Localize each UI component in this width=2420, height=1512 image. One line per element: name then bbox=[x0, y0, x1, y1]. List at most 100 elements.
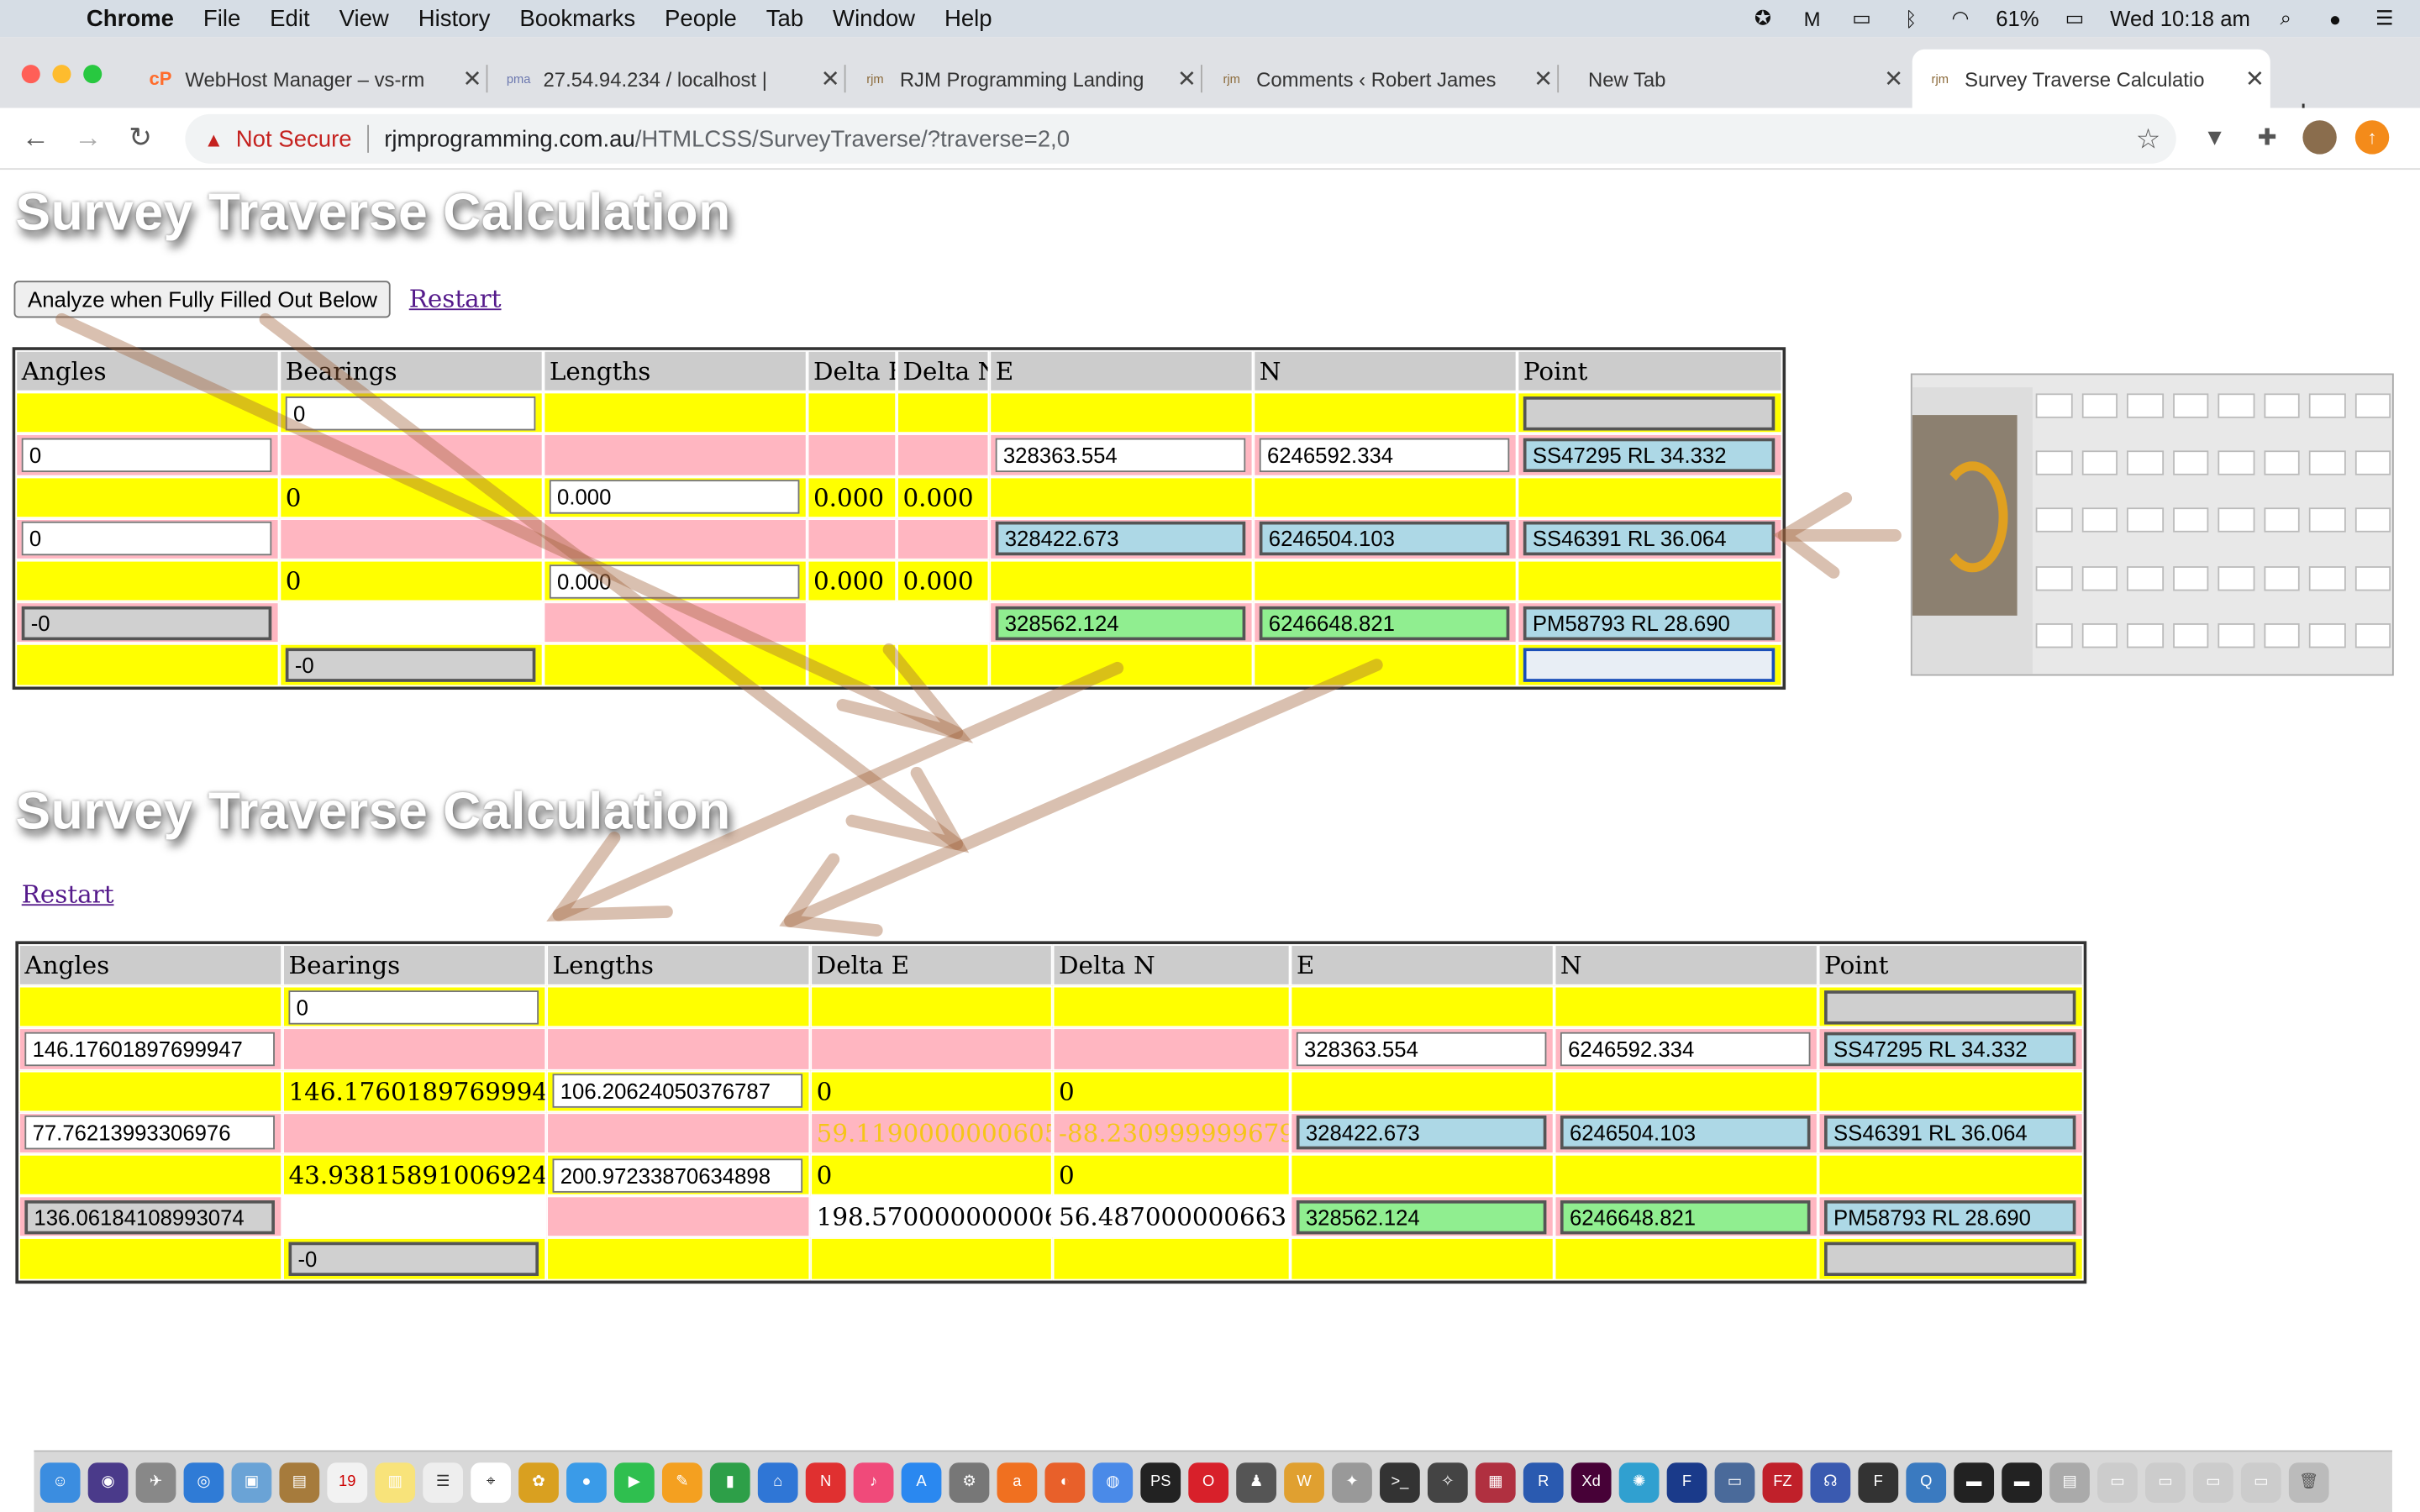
safari-icon[interactable]: ◎ bbox=[183, 1462, 224, 1503]
phpstorm-icon[interactable]: PS bbox=[1140, 1462, 1181, 1503]
control-list-icon[interactable]: ☰ bbox=[2370, 6, 2398, 30]
point-input[interactable]: PM58793 RL 28.690 bbox=[1523, 606, 1776, 640]
downloads-icon[interactable]: ▤ bbox=[2049, 1462, 2090, 1503]
migration-icon[interactable]: ✧ bbox=[1427, 1462, 1468, 1503]
trash-icon[interactable]: 🗑 bbox=[2288, 1462, 2329, 1503]
avast-icon[interactable]: a bbox=[997, 1462, 1038, 1503]
document-icon[interactable]: ▭ bbox=[2192, 1462, 2233, 1503]
bearing-input[interactable]: -0 bbox=[288, 1242, 539, 1276]
photos-icon[interactable]: ✿ bbox=[518, 1462, 559, 1503]
siri-icon[interactable]: ◉ bbox=[87, 1462, 129, 1503]
photo-booth-icon[interactable]: ▦ bbox=[1475, 1462, 1516, 1503]
messages-icon[interactable]: ● bbox=[566, 1462, 607, 1503]
filezilla-icon[interactable]: FZ bbox=[1762, 1462, 1803, 1503]
puzzle-extensions-icon[interactable]: ✚ bbox=[2250, 120, 2284, 154]
minimize-window-button[interactable] bbox=[52, 65, 71, 84]
launchpad-icon[interactable]: ✈ bbox=[135, 1462, 176, 1503]
menu-chrome[interactable]: Chrome bbox=[87, 5, 174, 31]
point-input[interactable]: SS47295 RL 34.332 bbox=[1523, 438, 1776, 472]
terminal-icon[interactable]: >_ bbox=[1380, 1462, 1420, 1503]
calendar-icon[interactable]: 19 bbox=[327, 1462, 368, 1503]
length-input[interactable]: 0.000 bbox=[549, 480, 800, 514]
length-input[interactable]: 0.000 bbox=[549, 564, 800, 598]
update-icon[interactable]: ↑ bbox=[2354, 120, 2390, 155]
analyze-button[interactable]: Analyze when Fully Filled Out Below bbox=[13, 281, 392, 318]
finder-icon[interactable]: ☺ bbox=[39, 1462, 81, 1503]
pages-icon[interactable]: ✎ bbox=[661, 1462, 702, 1503]
document-icon[interactable]: ▭ bbox=[2240, 1462, 2281, 1503]
back-arrow-icon[interactable]: ← bbox=[18, 122, 52, 155]
restart-link[interactable]: Restart bbox=[22, 879, 114, 909]
point-input[interactable]: SS46391 RL 36.064 bbox=[1824, 1116, 2076, 1150]
close-tab-icon[interactable]: ✕ bbox=[2239, 65, 2270, 92]
easting-input[interactable]: 328422.673 bbox=[995, 522, 1246, 556]
point-input-focused[interactable] bbox=[1523, 648, 1776, 682]
facetime-icon[interactable]: ▶ bbox=[614, 1462, 655, 1503]
transmit-icon[interactable]: ✦ bbox=[1332, 1462, 1372, 1503]
point-input[interactable]: PM58793 RL 28.690 bbox=[1824, 1200, 2076, 1234]
close-tab-icon[interactable]: ✕ bbox=[1528, 65, 1559, 92]
color-wheel-icon[interactable]: ✺ bbox=[1618, 1462, 1660, 1503]
point-input[interactable]: SS46391 RL 36.064 bbox=[1523, 522, 1776, 556]
menu-view[interactable]: View bbox=[339, 5, 389, 31]
northing-input[interactable]: 6246592.334 bbox=[1560, 1032, 1811, 1067]
system-preferences-icon[interactable]: ⚙ bbox=[949, 1462, 990, 1503]
forward-arrow-icon[interactable]: → bbox=[71, 122, 104, 155]
length-input[interactable]: 106.20624050376787 bbox=[552, 1074, 803, 1109]
point-input[interactable] bbox=[1824, 1242, 2076, 1276]
console-window-icon[interactable]: ▬ bbox=[1954, 1462, 1995, 1503]
northing-input[interactable]: 6246504.103 bbox=[1560, 1116, 1811, 1150]
angle-input[interactable]: -0 bbox=[21, 606, 272, 640]
tab-survey-traverse[interactable]: rjm Survey Traverse Calculatio ✕ bbox=[1912, 49, 2270, 108]
chrome-icon[interactable]: ◍ bbox=[1092, 1462, 1134, 1503]
clock[interactable]: Wed 10:18 am bbox=[2110, 6, 2250, 30]
menu-file[interactable]: File bbox=[203, 5, 240, 31]
close-window-button[interactable] bbox=[21, 65, 40, 84]
length-input[interactable]: 200.97233870634898 bbox=[552, 1158, 803, 1192]
notes-icon[interactable]: ▥ bbox=[375, 1462, 416, 1503]
maps-icon[interactable]: ⌖ bbox=[471, 1462, 511, 1503]
menu-edit[interactable]: Edit bbox=[270, 5, 309, 31]
news-icon[interactable]: N bbox=[805, 1462, 846, 1503]
angle-input[interactable]: 136.06184108993074 bbox=[24, 1200, 275, 1234]
contacts-icon[interactable]: ▤ bbox=[279, 1462, 320, 1503]
tab-webhost-manager[interactable]: cP WebHost Manager – vs-rm ✕ bbox=[133, 50, 488, 108]
headphones-icon[interactable]: ☊ bbox=[1810, 1462, 1851, 1503]
document-icon[interactable]: ▭ bbox=[2097, 1462, 2138, 1503]
battery-icon[interactable]: ▭ bbox=[2060, 6, 2088, 30]
menu-history[interactable]: History bbox=[418, 5, 491, 31]
keynote-icon[interactable]: ⌂ bbox=[757, 1462, 798, 1503]
numbers-icon[interactable]: ▮ bbox=[709, 1462, 750, 1503]
tab-comments[interactable]: rjm Comments ‹ Robert James ✕ bbox=[1204, 50, 1560, 108]
bookmark-star-icon[interactable]: ☆ bbox=[2136, 123, 2161, 155]
app-store-icon[interactable]: A bbox=[901, 1462, 942, 1503]
angle-input[interactable]: 0 bbox=[21, 522, 272, 556]
bearing-input[interactable]: -0 bbox=[285, 648, 536, 682]
close-tab-icon[interactable]: ✕ bbox=[1171, 65, 1202, 92]
quicktime-icon[interactable]: Q bbox=[1906, 1462, 1947, 1503]
restart-link[interactable]: Restart bbox=[409, 284, 502, 313]
menu-bookmarks[interactable]: Bookmarks bbox=[519, 5, 635, 31]
tray-app-icon[interactable]: ✪ bbox=[1749, 6, 1776, 30]
music-icon[interactable]: ♪ bbox=[853, 1462, 894, 1503]
frame-icon[interactable]: F bbox=[1666, 1462, 1707, 1503]
vpn-extension-icon[interactable]: ▼ bbox=[2198, 120, 2232, 154]
zoom-window-button[interactable] bbox=[83, 65, 103, 84]
menu-window[interactable]: Window bbox=[833, 5, 915, 31]
sequel-icon[interactable]: ♟ bbox=[1236, 1462, 1276, 1503]
siri-icon[interactable]: ● bbox=[2321, 6, 2349, 30]
northing-input[interactable]: 6246648.821 bbox=[1560, 1200, 1811, 1234]
tab-phpmyadmin[interactable]: pma 27.54.94.234 / localhost | ✕ bbox=[491, 50, 846, 108]
point-input[interactable] bbox=[1523, 396, 1776, 431]
utility-app-icon[interactable]: W bbox=[1284, 1462, 1324, 1503]
angle-input[interactable]: 146.17601897699947 bbox=[24, 1032, 275, 1067]
northing-input[interactable]: 6246648.821 bbox=[1259, 606, 1510, 640]
profile-avatar[interactable] bbox=[2302, 120, 2337, 155]
bearing-input[interactable]: 0 bbox=[288, 990, 539, 1025]
easting-input[interactable]: 328363.554 bbox=[1296, 1032, 1547, 1067]
point-input[interactable] bbox=[1824, 990, 2076, 1025]
northing-input[interactable]: 6246592.334 bbox=[1259, 438, 1510, 472]
angle-input[interactable]: 0 bbox=[21, 438, 272, 472]
point-input[interactable]: SS47295 RL 34.332 bbox=[1824, 1032, 2076, 1067]
malwarebytes-icon[interactable]: M bbox=[1798, 6, 1826, 30]
